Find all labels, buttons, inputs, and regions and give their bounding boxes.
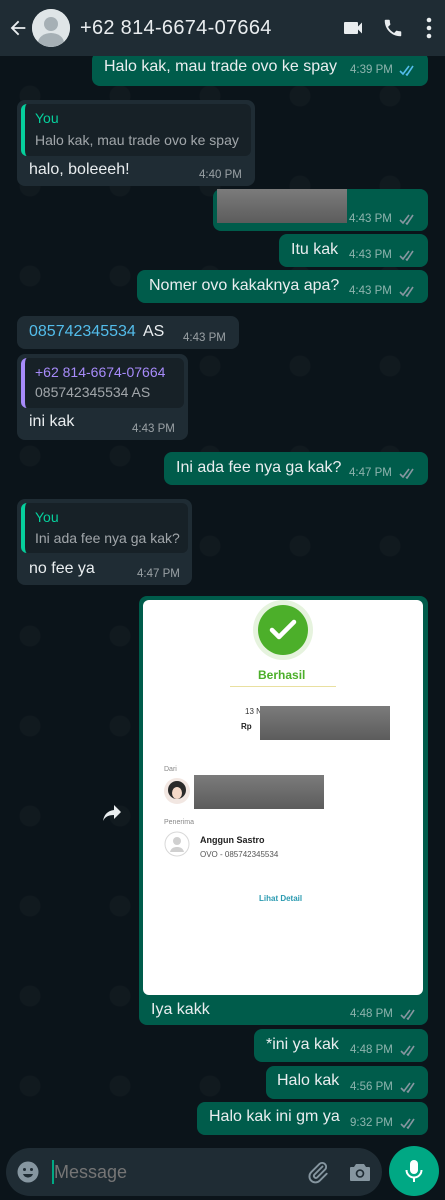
message-bubble-incoming[interactable]: +62 814-6674-07664 085742345534 AS ini k…: [17, 354, 188, 440]
message-text: ini kak: [29, 413, 75, 430]
message-bubble-incoming[interactable]: You Ini ada fee nya ga kak? no fee ya 4:…: [17, 499, 192, 585]
receipt-status: Berhasil: [258, 668, 306, 682]
read-ticks-icon: [399, 468, 414, 479]
quoted-text: Halo kak, mau trade ovo ke spay: [35, 132, 239, 148]
recipient-avatar-icon: [164, 831, 190, 857]
quoted-sender: +62 814-6674-07664: [35, 364, 166, 380]
recipient-account: OVO - 085742345534: [200, 850, 279, 859]
message-text: no fee ya: [29, 560, 95, 577]
message-text: halo, boleeeh!: [29, 161, 130, 178]
read-ticks-icon: [399, 286, 414, 297]
quoted-sender: You: [35, 509, 59, 525]
payment-receipt-image[interactable]: Berhasil 13 N Rp Dari Penerima Anggun Sa…: [143, 600, 423, 995]
attach-button[interactable]: [298, 1148, 338, 1196]
message-bubble-outgoing[interactable]: Halo kak ini gm ya 9:32 PM: [197, 1102, 428, 1135]
message-time: 4:47 PM: [137, 568, 180, 580]
sent-ticks-icon: [400, 1118, 415, 1129]
emoji-button[interactable]: [6, 1148, 50, 1196]
video-call-icon: [344, 22, 362, 34]
camera-icon: [350, 1164, 370, 1181]
message-text: Iya kakk: [151, 1001, 210, 1018]
message-time: 4:48 PM: [350, 1008, 393, 1020]
attach-icon: [308, 1162, 328, 1184]
read-ticks-icon: [400, 1045, 415, 1056]
message-text: AS: [143, 323, 165, 340]
message-time: 4:43 PM: [349, 249, 392, 261]
back-arrow-icon: [10, 20, 26, 36]
receipt-amount-prefix: Rp: [241, 722, 252, 731]
message-bubble-outgoing[interactable]: Halo kak, mau trade ovo ke spay 4:39 PM: [92, 56, 428, 86]
message-time: 4:47 PM: [349, 467, 392, 479]
message-time: 9:32 PM: [350, 1117, 393, 1129]
status-underline: [230, 686, 336, 687]
default-avatar-icon: [32, 9, 70, 47]
more-vert-icon: [426, 17, 432, 39]
chat-header: +62 814-6674-07664: [0, 0, 445, 56]
message-time: 4:39 PM: [350, 64, 393, 76]
message-text: Halo kak: [277, 1072, 340, 1089]
message-bubble-outgoing[interactable]: 4:43 PM: [213, 189, 428, 231]
voice-message-button[interactable]: [389, 1146, 439, 1196]
more-options-button[interactable]: [413, 0, 445, 56]
message-text: Nomer ovo kakaknya apa?: [149, 277, 340, 294]
quoted-sender: You: [35, 110, 59, 126]
message-text: *ini ya kak: [266, 1036, 339, 1053]
redacted-content: [217, 189, 347, 223]
message-bubble-outgoing[interactable]: Nomer ovo kakaknya apa? 4:43 PM: [137, 270, 428, 303]
message-time: 4:43 PM: [349, 285, 392, 297]
message-bubble-outgoing[interactable]: Itu kak 4:43 PM: [279, 234, 428, 267]
phone-number-link[interactable]: 085742345534: [29, 323, 136, 341]
message-time: 4:56 PM: [350, 1081, 393, 1093]
detail-link[interactable]: Lihat Detail: [259, 894, 302, 903]
contact-avatar[interactable]: [32, 9, 70, 47]
message-input[interactable]: [54, 1152, 298, 1192]
back-button[interactable]: [4, 0, 32, 56]
sender-avatar: [164, 778, 190, 804]
read-ticks-icon: [399, 214, 414, 225]
mic-icon: [405, 1160, 423, 1182]
chat-area[interactable]: Halo kak, mau trade ovo ke spay 4:39 PM …: [0, 56, 445, 1144]
redacted-sender: [194, 775, 324, 809]
message-bubble-incoming[interactable]: 085742345534 AS 4:43 PM: [17, 316, 239, 349]
quoted-text: 085742345534 AS: [35, 384, 151, 400]
forward-icon: [103, 805, 121, 821]
video-call-button[interactable]: [333, 0, 373, 56]
message-bubble-outgoing[interactable]: Ini ada fee nya ga kak? 4:47 PM: [164, 452, 428, 485]
checkmark-icon: [253, 600, 313, 660]
read-ticks-icon: [400, 1082, 415, 1093]
quoted-message[interactable]: You Ini ada fee nya ga kak?: [21, 503, 188, 553]
read-ticks-icon: [399, 65, 414, 76]
read-ticks-icon: [400, 1009, 415, 1020]
message-time: 4:43 PM: [183, 332, 226, 344]
phone-icon: [384, 19, 402, 37]
message-input-bar: [6, 1148, 382, 1196]
message-bubble-incoming[interactable]: You Halo kak, mau trade ovo ke spay halo…: [17, 100, 255, 186]
quoted-message[interactable]: You Halo kak, mau trade ovo ke spay: [21, 104, 251, 156]
read-ticks-icon: [399, 250, 414, 261]
message-bubble-outgoing[interactable]: Berhasil 13 N Rp Dari Penerima Anggun Sa…: [139, 596, 428, 1025]
forward-button[interactable]: [96, 797, 128, 829]
recipient-label: Penerima: [164, 819, 194, 826]
redacted-amount: [260, 706, 390, 740]
message-time: 4:43 PM: [349, 213, 392, 225]
contact-name[interactable]: +62 814-6674-07664: [80, 17, 333, 40]
message-text: Itu kak: [291, 241, 339, 258]
message-time: 4:40 PM: [199, 169, 242, 181]
recipient-name: Anggun Sastro: [200, 835, 265, 845]
message-bubble-outgoing[interactable]: *ini ya kak 4:48 PM: [254, 1029, 428, 1062]
message-time: 4:43 PM: [132, 423, 175, 435]
message-text: Halo kak ini gm ya: [209, 1108, 340, 1125]
from-label: Dari: [164, 766, 177, 773]
camera-button[interactable]: [338, 1148, 382, 1196]
emoji-icon: [17, 1161, 39, 1183]
message-time: 4:48 PM: [350, 1044, 393, 1056]
message-bubble-outgoing[interactable]: Halo kak 4:56 PM: [266, 1066, 428, 1099]
message-text: Ini ada fee nya ga kak?: [176, 459, 342, 476]
message-text: Halo kak, mau trade ovo ke spay: [104, 58, 338, 75]
voice-call-button[interactable]: [373, 0, 413, 56]
quoted-message[interactable]: +62 814-6674-07664 085742345534 AS: [21, 358, 184, 408]
quoted-text: Ini ada fee nya ga kak?: [35, 530, 180, 546]
